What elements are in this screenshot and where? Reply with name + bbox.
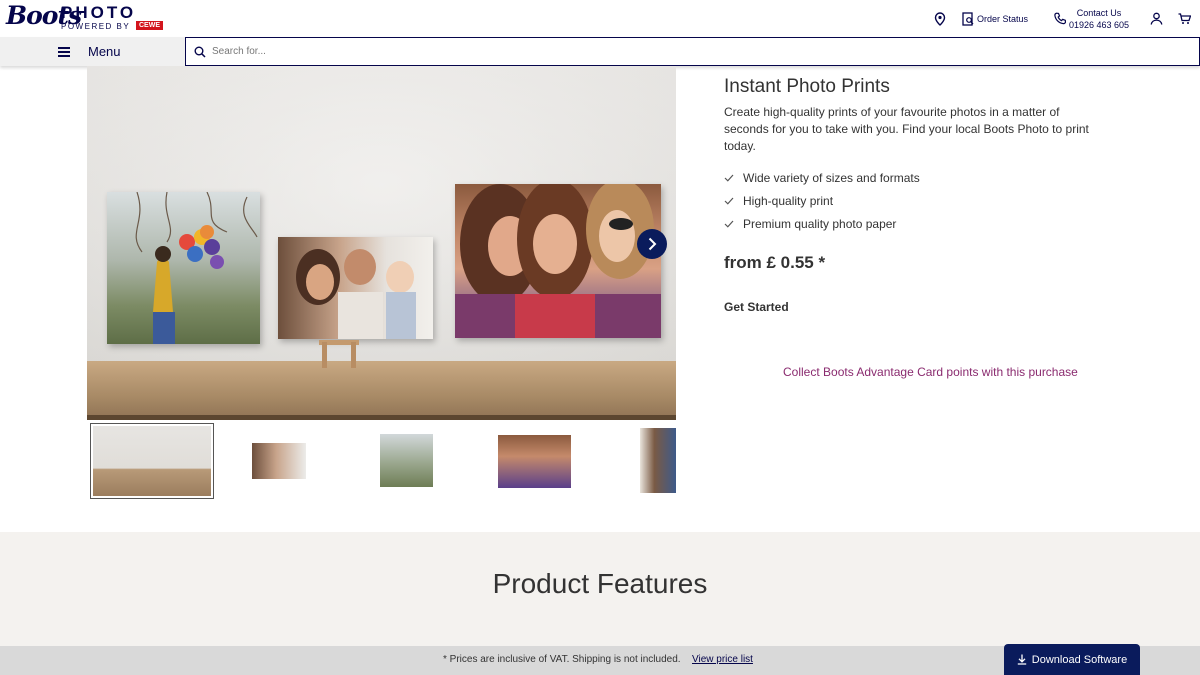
vat-note: * Prices are inclusive of VAT. Shipping …	[443, 654, 681, 665]
hamburger-icon	[58, 46, 70, 57]
order-status-icon	[962, 11, 974, 26]
menu-button[interactable]: Menu	[58, 37, 121, 66]
cart-button[interactable]	[1178, 0, 1191, 37]
product-description: Create high-quality prints of your favou…	[724, 105, 1089, 153]
search-bar[interactable]	[185, 37, 1200, 66]
contact-phone-number: 01926 463 605	[1069, 19, 1130, 30]
menu-label: Menu	[88, 44, 121, 59]
logo-powered-by: POWERED BY	[61, 22, 131, 31]
order-status-label: Order Status	[977, 13, 1029, 24]
feature-item: Wide variety of sizes and formats	[724, 166, 920, 189]
check-icon	[724, 197, 735, 205]
nav-bar: Menu	[0, 37, 1200, 66]
contact-us-label: Contact Us	[1076, 7, 1122, 18]
view-price-list-link[interactable]: View price list	[692, 654, 753, 665]
thumbnail-1[interactable]	[90, 423, 214, 499]
print-photo-family	[278, 237, 433, 339]
contact-us-link[interactable]: Contact Us 01926 463 605	[1054, 0, 1129, 37]
advantage-card-link[interactable]: Collect Boots Advantage Card points with…	[783, 365, 1078, 379]
phone-icon	[1054, 12, 1066, 25]
cewe-logo: CEWE	[136, 21, 163, 30]
print-photo-balloons	[107, 192, 260, 344]
search-input[interactable]	[212, 46, 1112, 57]
order-status-link[interactable]: Order Status	[962, 0, 1028, 37]
logo-photo-text: PHOTO	[61, 3, 137, 22]
download-software-label: Download Software	[1031, 653, 1128, 666]
store-locator-button[interactable]	[934, 0, 946, 37]
cart-icon	[1178, 12, 1191, 24]
product-features-heading: Product Features	[492, 568, 708, 599]
feature-text: Wide variety of sizes and formats	[743, 170, 920, 185]
search-icon	[194, 46, 206, 58]
thumbnail-strip	[87, 423, 676, 499]
user-icon	[1150, 12, 1163, 25]
feature-text: High-quality print	[743, 193, 834, 208]
gallery-next-button[interactable]	[637, 229, 667, 259]
boots-photo-logo[interactable]: Boots PHOTO POWERED BY CEWE	[6, 1, 166, 33]
feature-item: Premium quality photo paper	[724, 212, 920, 235]
product-main-image	[87, 66, 676, 420]
product-price: from £ 0.55 *	[724, 253, 826, 272]
account-button[interactable]	[1150, 0, 1163, 37]
download-software-button[interactable]: Download Software	[1004, 644, 1140, 675]
product-features-section: Product Features	[0, 532, 1200, 646]
check-icon	[724, 174, 735, 182]
product-title: Instant Photo Prints	[724, 76, 890, 97]
wooden-shelf	[87, 361, 676, 420]
top-bar: Boots PHOTO POWERED BY CEWE Order Status…	[0, 0, 1200, 37]
check-icon	[724, 220, 735, 228]
print-photo-friends	[455, 184, 661, 338]
download-icon	[1017, 654, 1026, 665]
map-pin-icon	[934, 11, 946, 26]
chevron-right-icon	[648, 237, 657, 251]
get-started-button[interactable]: Get Started	[724, 300, 789, 314]
feature-list: Wide variety of sizes and formats High-q…	[724, 166, 920, 235]
photo-stand	[319, 338, 359, 368]
feature-text: Premium quality photo paper	[743, 216, 897, 231]
feature-item: High-quality print	[724, 189, 920, 212]
